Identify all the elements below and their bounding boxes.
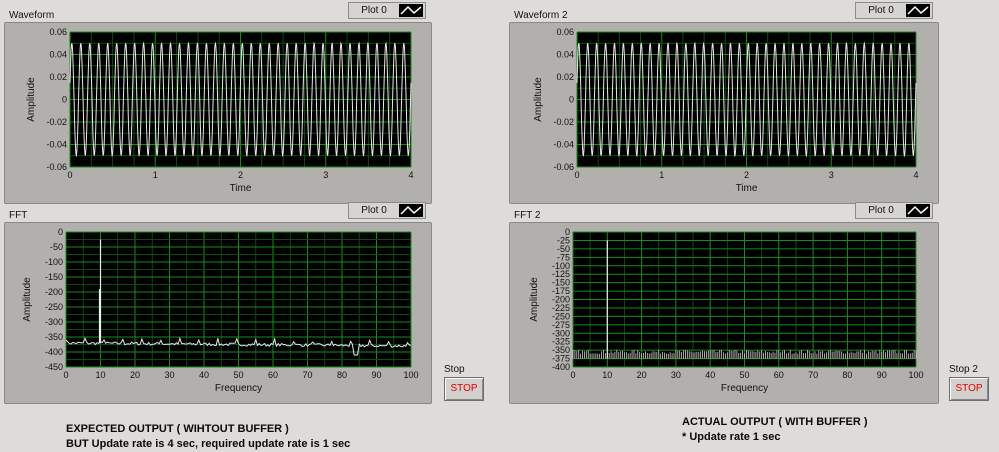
x-tick-label: 3	[323, 170, 328, 180]
stop-button[interactable]: STOP	[444, 377, 484, 401]
x-tick-label: 0	[63, 370, 68, 380]
x-tick-label: 1	[153, 170, 158, 180]
fft-plot[interactable]: 0 10 20 30 40 50 60 70 80 90 1000-25-50-75-100-125…	[505, 200, 945, 405]
x-tick-label: 90	[877, 370, 887, 380]
expected-output-note: EXPECTED OUTPUT ( WIHTOUT BUFFER ) BUT U…	[66, 422, 350, 452]
x-tick-label: 80	[337, 370, 347, 380]
waveform-plot[interactable]: 0 1 2 3 4 0.06 0.04 0.02 0 -0.02 -0.04 -0.06 Time Amp…	[505, 0, 945, 205]
x-tick-label: 60	[774, 370, 784, 380]
fft-graph: FFT Plot 0 0 10 20 30 40 50 60 70 80 90 100 0 -50 -10…	[0, 200, 440, 405]
actual-output-note: ACTUAL OUTPUT ( WITH BUFFER ) * Update r…	[682, 415, 868, 445]
x-tick-label: 30	[671, 370, 681, 380]
y-tick-label: -0.06	[46, 162, 67, 172]
x-tick-label: 50	[233, 370, 243, 380]
x-tick-label: 0	[67, 170, 72, 180]
x-tick-label: 70	[302, 370, 312, 380]
x-axis-label: Frequency	[721, 383, 768, 394]
note-line: EXPECTED OUTPUT ( WIHTOUT BUFFER )	[66, 423, 289, 435]
x-tick-label: 2	[238, 170, 243, 180]
y-tick-label: -350	[45, 332, 63, 342]
y-tick-label: -0.02	[553, 117, 574, 127]
y-axis-label: Amplitude	[22, 277, 33, 322]
x-tick-label: 4	[408, 170, 413, 180]
stop-2-button[interactable]: STOP	[949, 377, 989, 401]
note-line: * Update rate 1 sec	[682, 431, 781, 443]
y-tick-label: -400	[45, 347, 63, 357]
fft-2-graph: FFT 2 Plot 0 0 10 20 30 40 50 60 70 80 90 100 0 -25-…	[505, 200, 945, 405]
y-tick-label: -0.04	[46, 140, 67, 150]
y-tick-label: -0.06	[553, 162, 574, 172]
x-tick-label: 20	[130, 370, 140, 380]
y-axis-label: Amplitude	[533, 77, 544, 122]
x-tick-label: 4	[913, 170, 918, 180]
x-tick-label: 40	[199, 370, 209, 380]
x-tick-label: 90	[371, 370, 381, 380]
y-tick-label: -200	[45, 287, 63, 297]
x-tick-label: 40	[705, 370, 715, 380]
y-tick-label: 0	[62, 95, 67, 105]
waveform-plot[interactable]: 0 1 2 3 4 0.06 0.04 0.02 0 -0.02 -0.04 -0.06 Time Amp…	[0, 0, 440, 205]
x-tick-label: 70	[808, 370, 818, 380]
y-tick-label: -100	[45, 257, 63, 267]
x-tick-label: 1	[659, 170, 664, 180]
x-axis-label: Frequency	[215, 383, 262, 394]
x-axis-label: Time	[230, 183, 252, 194]
x-tick-label: 20	[637, 370, 647, 380]
x-tick-label: 60	[268, 370, 278, 380]
x-tick-label: 100	[908, 370, 923, 380]
waveform-graph: Waveform Plot 0 0 1 2 3 4 0.06 0.04 0.02 0 -0.02-…	[0, 0, 440, 205]
y-tick-label: -0.02	[46, 117, 67, 127]
stop-2-label: Stop 2	[949, 364, 978, 375]
y-tick-label: 0	[569, 95, 574, 105]
x-tick-label: 3	[829, 170, 834, 180]
stop-label: Stop	[444, 364, 465, 375]
y-tick-label: -50	[50, 242, 63, 252]
y-axis-label: Amplitude	[26, 77, 37, 122]
y-tick-label: -0.04	[553, 140, 574, 150]
y-tick-label: -300	[45, 317, 63, 327]
waveform-2-graph: Waveform 2 Plot 0 0 1 2 3 4 0.06 0.04 0.02 0 -0.0…	[505, 0, 945, 205]
x-tick-label: 10	[95, 370, 105, 380]
note-line: BUT Update rate is 4 sec, required updat…	[66, 438, 351, 450]
x-tick-label: 80	[842, 370, 852, 380]
y-tick-label: 0.04	[556, 50, 574, 60]
y-tick-label: 0	[58, 227, 63, 237]
y-tick-label: -400	[552, 362, 570, 372]
y-tick-label: -250	[45, 302, 63, 312]
x-tick-label: 10	[602, 370, 612, 380]
y-tick-label: -450	[45, 362, 63, 372]
x-tick-label: 0	[570, 370, 575, 380]
x-tick-label: 100	[403, 370, 418, 380]
y-tick-label: 0.04	[49, 50, 67, 60]
y-axis-label: Amplitude	[529, 277, 540, 322]
note-line: ACTUAL OUTPUT ( WITH BUFFER )	[682, 416, 868, 428]
fft-plot[interactable]: 0 10 20 30 40 50 60 70 80 90 100 0 -50 -100 -150 -200 -2…	[0, 200, 440, 405]
x-tick-label: 0	[574, 170, 579, 180]
y-tick-label: 0.02	[49, 72, 67, 82]
y-tick-label: 0.06	[49, 27, 67, 37]
y-tick-label: 0.02	[556, 72, 574, 82]
x-tick-label: 2	[744, 170, 749, 180]
x-tick-label: 50	[739, 370, 749, 380]
y-tick-label: 0.06	[556, 27, 574, 37]
x-axis-label: Time	[736, 183, 758, 194]
x-tick-label: 30	[164, 370, 174, 380]
y-tick-label: -150	[45, 272, 63, 282]
